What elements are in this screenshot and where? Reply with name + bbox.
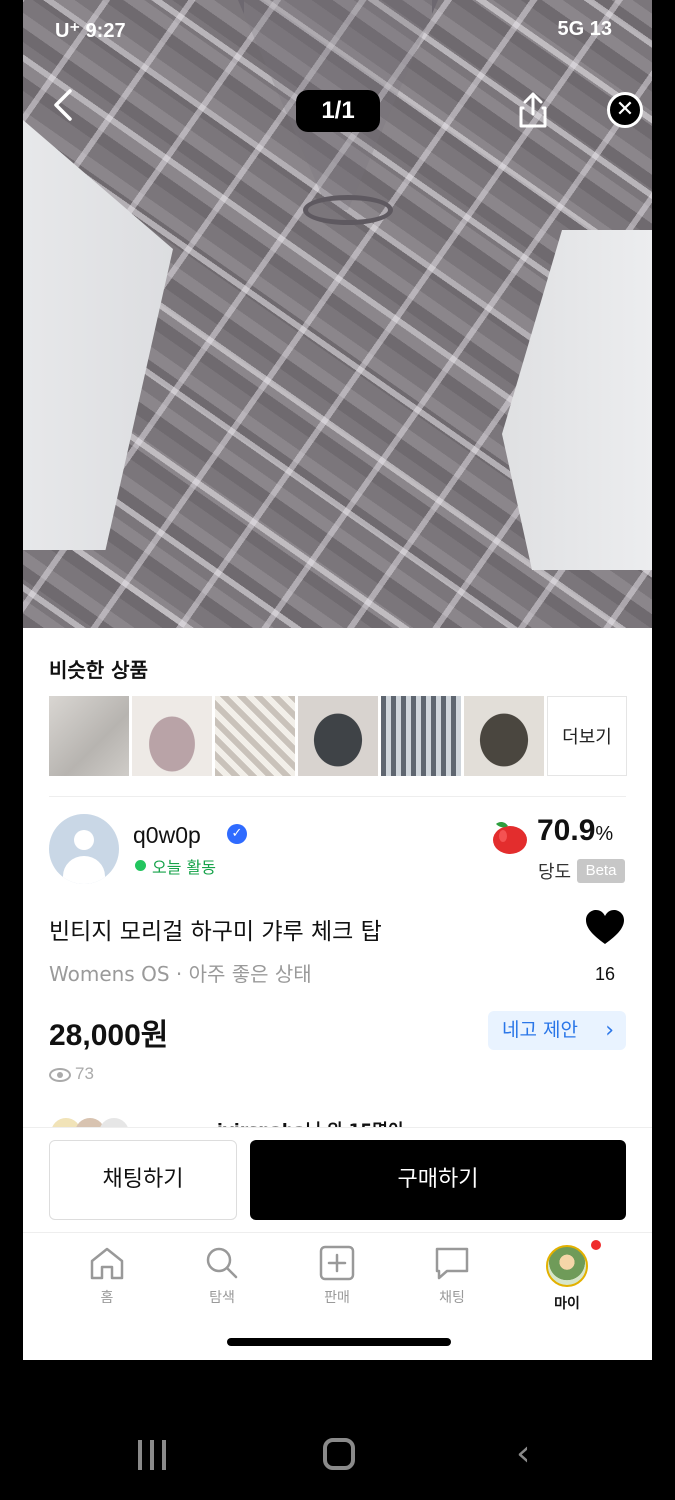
app-screen: U⁺ 9:27 5G 13 1/1 ✕ 비슷한 상품 더보기 q0w0p ✓ 오… xyxy=(23,0,652,1360)
plus-square-icon xyxy=(319,1245,355,1281)
activity-dot-icon xyxy=(135,860,146,871)
close-icon: ✕ xyxy=(615,97,635,122)
tab-search-label: 탐색 xyxy=(209,1290,235,1306)
home-icon xyxy=(90,1247,124,1280)
back-nav-icon[interactable]: ‹ xyxy=(516,1434,530,1474)
chevron-left-icon xyxy=(54,89,72,121)
chevron-right-icon: › xyxy=(605,1018,614,1043)
apple-icon xyxy=(493,822,527,854)
beta-badge: Beta xyxy=(577,859,625,883)
tab-my-label: 마이 xyxy=(554,1296,580,1312)
similar-item-thumbnail[interactable] xyxy=(215,696,295,776)
back-button[interactable] xyxy=(48,85,88,135)
chat-button[interactable]: 채팅하기 xyxy=(49,1140,237,1220)
product-subtitle: Womens OS · 아주 좋은 상태 xyxy=(49,962,312,986)
chat-bubble-icon xyxy=(435,1247,469,1280)
similar-item-thumbnail[interactable] xyxy=(132,696,212,776)
tab-chat-label: 채팅 xyxy=(439,1290,465,1306)
tab-sell[interactable]: 판매 xyxy=(287,1245,387,1307)
tab-search[interactable]: 탐색 xyxy=(172,1245,272,1307)
verified-badge-icon: ✓ xyxy=(227,824,247,844)
search-icon xyxy=(206,1247,238,1279)
product-title: 빈티지 모리걸 하구미 갸루 체크 탑 xyxy=(49,919,382,945)
close-button[interactable]: ✕ xyxy=(607,92,643,128)
status-right: 5G 13 xyxy=(557,18,612,40)
offer-button[interactable]: 네고 제안 › xyxy=(488,1011,626,1050)
sweetness-score-unit: % xyxy=(595,823,614,845)
view-count: 73 xyxy=(49,1064,94,1084)
home-indicator xyxy=(227,1338,451,1346)
tab-home-label: 홈 xyxy=(100,1290,114,1306)
similar-items-title: 비슷한 상품 xyxy=(49,658,148,682)
tab-home[interactable]: 홈 xyxy=(57,1245,157,1307)
system-navigation-bar: ‹ xyxy=(0,1360,675,1500)
recent-apps-icon[interactable] xyxy=(136,1440,168,1470)
notification-dot xyxy=(591,1240,601,1250)
like-count: 16 xyxy=(594,964,616,984)
background-bedsheet-right xyxy=(502,230,652,570)
eye-icon xyxy=(49,1067,71,1082)
my-avatar xyxy=(546,1245,588,1287)
similar-items-list: 더보기 xyxy=(49,696,627,776)
similar-item-thumbnail[interactable] xyxy=(464,696,544,776)
seller-avatar[interactable] xyxy=(49,814,119,884)
product-price: 28,000원 xyxy=(49,1019,169,1052)
sweetness-label: 당도 xyxy=(538,862,572,883)
sweetness-score: 70.9% xyxy=(537,814,613,848)
similar-item-thumbnail[interactable] xyxy=(49,696,129,776)
similar-item-thumbnail[interactable] xyxy=(381,696,461,776)
buy-button[interactable]: 구매하기 xyxy=(250,1140,626,1220)
likers-row: ivirsnaba님 외 15명이 xyxy=(49,1112,626,1128)
heart-icon[interactable] xyxy=(585,910,625,946)
seller-name[interactable]: q0w0p xyxy=(133,822,201,849)
action-bar: 채팅하기 구매하기 xyxy=(23,1127,652,1232)
share-icon xyxy=(519,92,547,128)
offer-label: 네고 제안 xyxy=(502,1019,578,1041)
status-bar: U⁺ 9:27 5G 13 xyxy=(23,18,652,58)
garment-bow xyxy=(303,195,393,225)
sweetness-score-value: 70.9 xyxy=(537,814,596,847)
similar-more-button[interactable]: 더보기 xyxy=(547,696,627,776)
tab-chat[interactable]: 채팅 xyxy=(402,1245,502,1307)
similar-item-thumbnail[interactable] xyxy=(298,696,378,776)
background-bedsheet-left xyxy=(23,120,173,550)
status-left: U⁺ 9:27 xyxy=(55,20,126,42)
home-button-icon[interactable] xyxy=(323,1438,355,1470)
image-counter: 1/1 xyxy=(296,90,380,132)
tab-my[interactable]: 마이 xyxy=(517,1245,617,1313)
divider xyxy=(49,796,626,797)
share-button[interactable] xyxy=(515,90,551,130)
seller-activity: 오늘 활동 xyxy=(152,858,216,877)
view-count-value: 73 xyxy=(75,1064,94,1083)
tab-sell-label: 판매 xyxy=(324,1290,350,1306)
